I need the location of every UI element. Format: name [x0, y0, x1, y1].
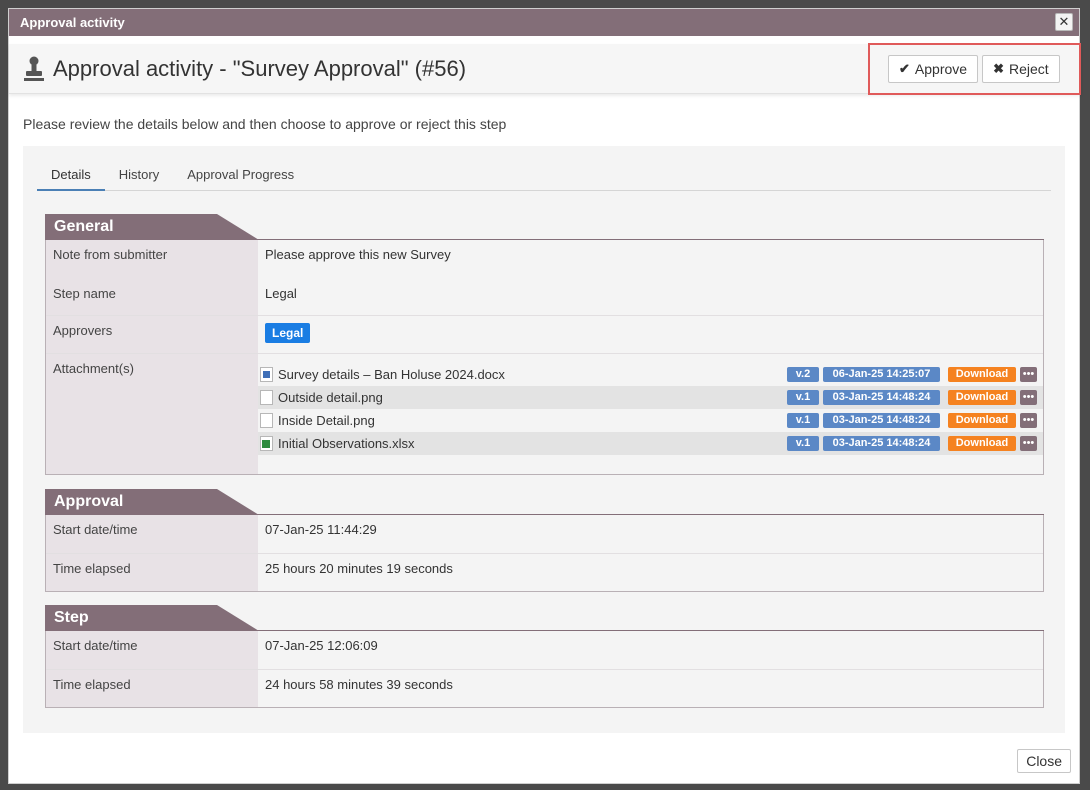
step-name-label: Step name: [53, 286, 116, 301]
elapsed-label: Time elapsed: [46, 670, 258, 707]
start-value: 07-Jan-25 12:06:09: [258, 631, 1043, 669]
general-heading: General: [45, 214, 1044, 240]
excel-file-icon: [260, 436, 273, 451]
attachment-list: Survey details – Ban Holuse 2024.docx v.…: [258, 361, 1043, 455]
file-icon: [260, 413, 273, 428]
date-badge: 03-Jan-25 14:48:24: [823, 390, 940, 405]
word-file-icon: [260, 367, 273, 382]
x-icon: ✖: [993, 61, 1004, 76]
stamp-icon: [23, 56, 45, 82]
step-name-value: Legal: [265, 286, 297, 301]
approve-label: Approve: [914, 61, 968, 77]
attachment-row: Outside detail.png v.1 03-Jan-25 14:48:2…: [258, 386, 1043, 409]
more-options-icon[interactable]: •••: [1020, 436, 1037, 451]
approval-elapsed-row: Time elapsed 25 hours 20 minutes 19 seco…: [46, 553, 1043, 591]
elapsed-value: 25 hours 20 minutes 19 seconds: [258, 554, 1043, 591]
more-options-icon[interactable]: •••: [1020, 367, 1037, 382]
attachments-label: Attachment(s): [46, 354, 258, 474]
note-value: Please approve this new Survey: [265, 247, 451, 262]
attachment-row: Initial Observations.xlsx v.1 03-Jan-25 …: [258, 432, 1043, 455]
details-panel: Details History Approval Progress Genera…: [23, 146, 1065, 733]
step-heading: Step: [45, 605, 1044, 631]
page-title: Approval activity - "Survey Approval" (#…: [53, 55, 467, 81]
approvers-label: Approvers: [46, 316, 258, 353]
step-elapsed-row: Time elapsed 24 hours 58 minutes 39 seco…: [46, 669, 1043, 707]
reject-button[interactable]: ✖ Reject: [982, 55, 1060, 83]
close-button[interactable]: Close: [1017, 749, 1071, 773]
start-label: Start date/time: [46, 515, 258, 553]
tab-approval-progress[interactable]: Approval Progress: [173, 166, 308, 191]
general-section: General Note from submitter Step name Pl…: [45, 214, 1044, 475]
date-badge: 03-Jan-25 14:48:24: [823, 413, 940, 428]
elapsed-label: Time elapsed: [46, 554, 258, 591]
attachment-name[interactable]: Inside Detail.png: [278, 413, 375, 428]
dialog-titlebar: Approval activity ✕: [9, 9, 1079, 36]
dialog-window-title: Approval activity: [20, 15, 125, 30]
approver-badge: Legal: [265, 323, 311, 343]
check-icon: ✔: [899, 61, 910, 76]
version-badge: v.1: [787, 436, 819, 451]
step-start-row: Start date/time 07-Jan-25 12:06:09: [46, 631, 1043, 669]
download-button[interactable]: Download: [948, 413, 1016, 428]
approval-heading: Approval: [45, 489, 1044, 515]
step-info-row: Note from submitter Step name Please app…: [46, 240, 1043, 315]
approvers-row: Approvers Legal: [46, 315, 1043, 353]
approve-button[interactable]: ✔ Approve: [888, 55, 979, 83]
tab-details[interactable]: Details: [37, 166, 105, 191]
date-badge: 06-Jan-25 14:25:07: [823, 367, 940, 382]
step-section: Step Start date/time 07-Jan-25 12:06:09 …: [45, 605, 1044, 708]
file-icon: [260, 390, 273, 405]
download-button[interactable]: Download: [948, 436, 1016, 451]
version-badge: v.1: [787, 390, 819, 405]
more-options-icon[interactable]: •••: [1020, 413, 1037, 428]
attachment-row: Survey details – Ban Holuse 2024.docx v.…: [258, 363, 1043, 386]
attachment-row: Inside Detail.png v.1 03-Jan-25 14:48:24…: [258, 409, 1043, 432]
download-button[interactable]: Download: [948, 367, 1016, 382]
date-badge: 03-Jan-25 14:48:24: [823, 436, 940, 451]
close-icon[interactable]: ✕: [1055, 13, 1073, 31]
tab-history[interactable]: History: [105, 166, 173, 191]
elapsed-value: 24 hours 58 minutes 39 seconds: [258, 670, 1043, 707]
attachment-name[interactable]: Survey details – Ban Holuse 2024.docx: [278, 367, 505, 382]
dialog-header: Approval activity - "Survey Approval" (#…: [9, 43, 1081, 95]
intro-text: Please review the details below and then…: [23, 116, 507, 132]
version-badge: v.2: [787, 367, 819, 382]
approval-section: Approval Start date/time 07-Jan-25 11:44…: [45, 489, 1044, 592]
attachments-row: Attachment(s) Survey details – Ban Holus…: [46, 353, 1043, 474]
more-options-icon[interactable]: •••: [1020, 390, 1037, 405]
tab-bar: Details History Approval Progress: [37, 166, 1051, 191]
start-value: 07-Jan-25 11:44:29: [258, 515, 1043, 553]
action-buttons-highlight: ✔ Approve ✖ Reject: [868, 43, 1081, 95]
version-badge: v.1: [787, 413, 819, 428]
note-label: Note from submitter: [53, 247, 168, 262]
download-button[interactable]: Download: [948, 390, 1016, 405]
approval-start-row: Start date/time 07-Jan-25 11:44:29: [46, 515, 1043, 553]
approval-dialog: Approval activity ✕ Approval activity - …: [8, 8, 1081, 784]
reject-label: Reject: [1008, 61, 1049, 77]
attachment-name[interactable]: Outside detail.png: [278, 390, 383, 405]
attachment-name[interactable]: Initial Observations.xlsx: [278, 436, 415, 451]
start-label: Start date/time: [46, 631, 258, 669]
